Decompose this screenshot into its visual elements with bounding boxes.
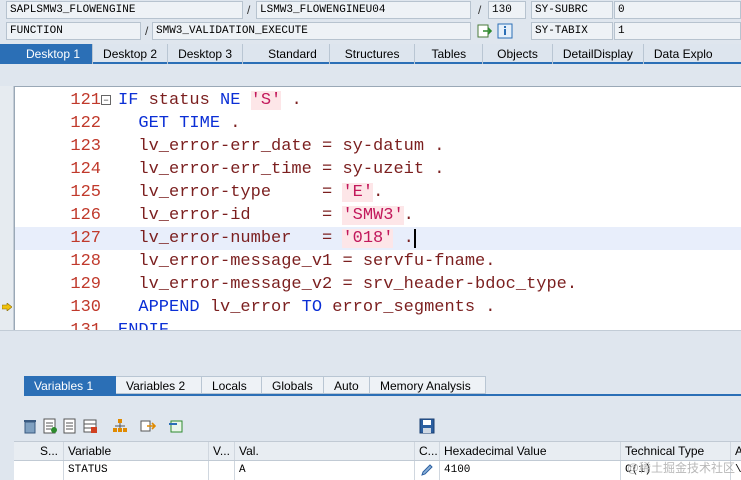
col-header-v[interactable]: V... <box>209 442 235 460</box>
object-name-field[interactable]: SMW3_VALIDATION_EXECUTE <box>152 22 471 40</box>
line-number: 131 <box>31 319 101 330</box>
code-line[interactable]: 128 lv_error-message_v1 = servfu-fname. <box>15 250 741 273</box>
header-separator: / <box>478 3 482 17</box>
delete-icon[interactable] <box>22 418 38 434</box>
cell-variable[interactable]: STATUS <box>64 461 209 480</box>
line-number: 123 <box>70 137 101 156</box>
code-text: APPEND lv_error TO error_segments . <box>138 298 496 317</box>
col-header-a[interactable]: A <box>731 442 741 460</box>
sysfield-value-2[interactable]: 1 <box>614 22 741 40</box>
document-list-icon[interactable] <box>62 418 78 434</box>
variables-table-header: S... Variable V... Val. C... Hexadecimal… <box>14 441 741 461</box>
code-line[interactable]: 121− IF status NE 'S' . <box>15 89 741 112</box>
include-name-field[interactable]: LSMW3_FLOWENGINEU04 <box>256 1 471 19</box>
line-number: 121 <box>70 91 101 110</box>
line-number: 126 <box>70 206 101 225</box>
fold-toggle-icon[interactable]: − <box>101 95 111 105</box>
line-number: 130 <box>70 298 101 317</box>
tab-detail-display[interactable]: DetailDisplay <box>553 44 644 64</box>
col-header-variable[interactable]: Variable <box>64 442 209 460</box>
code-text: lv_error-type = 'E'. <box>138 183 384 202</box>
tab-locals[interactable]: Locals <box>202 376 262 394</box>
watermark: @稀土掘金技术社区 <box>626 461 735 475</box>
text-cursor <box>413 229 416 248</box>
transfer-icon[interactable] <box>140 418 156 434</box>
splitter-area[interactable] <box>0 330 741 364</box>
code-text: lv_error-id = 'SMW3'. <box>138 206 414 225</box>
tab-objects[interactable]: Objects <box>483 44 553 64</box>
table-settings-icon[interactable] <box>82 418 98 434</box>
col-header-technical-type[interactable]: Technical Type <box>621 442 731 460</box>
program-name-field[interactable]: SAPLSMW3_FLOWENGINE <box>6 1 243 19</box>
desktop-tab-strip: Desktop 1 Desktop 2 Desktop 3 Standard S… <box>0 44 741 64</box>
pencil-icon[interactable] <box>420 463 434 477</box>
breakpoint-gutter[interactable] <box>0 86 14 330</box>
code-line[interactable]: 122 GET TIME . <box>15 112 741 135</box>
tab-variables-1[interactable]: Variables 1 <box>24 376 116 394</box>
tab-tables[interactable]: Tables <box>415 44 484 64</box>
line-number: 122 <box>70 114 101 133</box>
sysfield-name-1[interactable]: SY-SUBRC <box>531 1 613 19</box>
line-number: 129 <box>70 275 101 294</box>
cell-s <box>36 461 64 480</box>
code-editor[interactable]: 121− IF status NE 'S' . 122 GET TIME . 123 … <box>14 86 741 330</box>
code-text: lv_error-message_v1 = servfu-fname. <box>138 252 496 271</box>
code-text: lv_error-message_v2 = srv_header-bdoc_ty… <box>138 275 578 294</box>
cell-hex: 4100 <box>440 461 621 480</box>
col-header-value[interactable]: Val. <box>235 442 415 460</box>
info-icon[interactable] <box>497 23 513 39</box>
code-line[interactable]: 127 lv_error-number = '018' . <box>15 227 741 250</box>
code-text: lv_error-number = '018' . <box>138 229 416 248</box>
code-text: lv_error-err_time = sy-uzeit . <box>138 160 445 179</box>
tab-data-explorer[interactable]: Data Explo <box>644 44 723 64</box>
code-line[interactable]: 129 lv_error-message_v2 = srv_header-bdo… <box>15 273 741 296</box>
tab-desktop-1[interactable]: Desktop 1 <box>0 44 94 64</box>
line-number: 124 <box>70 160 101 179</box>
tab-globals[interactable]: Globals <box>262 376 324 394</box>
code-line[interactable]: 125 lv_error-type = 'E'. <box>15 181 741 204</box>
code-text: GET TIME . <box>138 114 241 133</box>
header-separator: / <box>145 24 149 38</box>
tab-structures[interactable]: Structures <box>330 44 416 64</box>
col-header-c[interactable]: C... <box>415 442 440 460</box>
col-header-hex[interactable]: Hexadecimal Value <box>440 442 621 460</box>
object-type-field[interactable]: FUNCTION <box>6 22 141 40</box>
save-icon[interactable] <box>419 418 435 434</box>
code-line[interactable]: 131 ENDIF. <box>15 319 741 330</box>
code-line[interactable]: 123 lv_error-err_date = sy-datum . <box>15 135 741 158</box>
document-filter-icon[interactable] <box>42 418 58 434</box>
cell-v <box>209 461 235 480</box>
code-text: lv_error-err_date = sy-datum . <box>138 137 445 156</box>
code-text: IF status NE 'S' . <box>118 91 302 110</box>
tab-desktop-3[interactable]: Desktop 3 <box>168 44 244 64</box>
tab-desktop-2[interactable]: Desktop 2 <box>93 44 169 64</box>
cell-value[interactable]: A <box>235 461 415 480</box>
line-number: 128 <box>70 252 101 271</box>
line-number: 125 <box>70 183 101 202</box>
code-line[interactable]: 124 lv_error-err_time = sy-uzeit . <box>15 158 741 181</box>
code-line[interactable]: 130 APPEND lv_error TO error_segments . <box>15 296 741 319</box>
variables-tab-strip: Variables 1 Variables 2 Locals Globals A… <box>24 376 486 394</box>
col-header-s[interactable]: S... <box>36 442 64 460</box>
tab-auto[interactable]: Auto <box>324 376 370 394</box>
tab-underline <box>24 394 741 396</box>
navigate-to-source-icon[interactable] <box>477 23 493 39</box>
tab-standard[interactable]: Standard <box>243 44 330 64</box>
sysfield-value-1[interactable]: 0 <box>614 1 741 19</box>
code-line[interactable]: 126 lv_error-id = 'SMW3'. <box>15 204 741 227</box>
line-number-field[interactable]: 130 <box>488 1 526 19</box>
import-icon[interactable] <box>168 418 184 434</box>
code-text: ENDIF. <box>118 319 179 330</box>
tab-variables-2[interactable]: Variables 2 <box>116 376 202 394</box>
sysfield-name-2[interactable]: SY-TABIX <box>531 22 613 40</box>
tab-memory-analysis[interactable]: Memory Analysis <box>370 376 486 394</box>
line-number: 127 <box>70 229 101 248</box>
cell-edit[interactable] <box>415 461 440 480</box>
header-separator: / <box>247 3 251 17</box>
execution-pointer-icon <box>2 303 12 311</box>
hierarchy-icon[interactable] <box>112 418 128 434</box>
